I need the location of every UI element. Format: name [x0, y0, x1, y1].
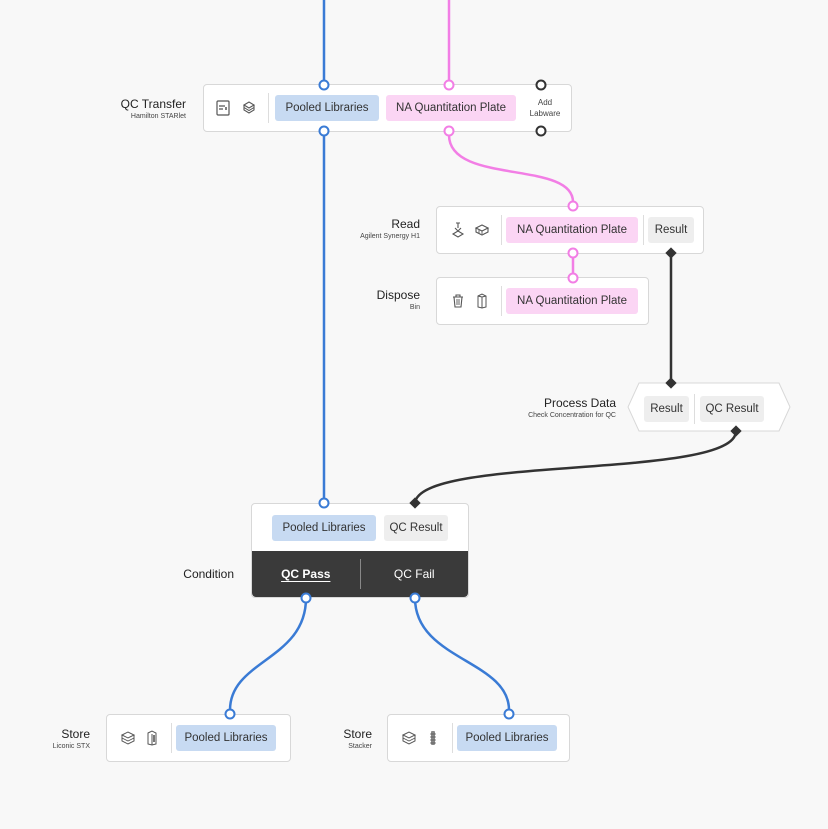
chip-na-quantitation-plate[interactable]: NA Quantitation Plate: [386, 95, 516, 121]
read-node[interactable]: NA Quantitation Plate Result: [436, 206, 704, 254]
liquid-handler-icon: [240, 99, 258, 117]
chip-pooled-libraries[interactable]: Pooled Libraries: [176, 725, 276, 751]
qc-transfer-node[interactable]: Pooled Libraries NA Quantitation Plate A…: [203, 84, 572, 132]
divider: [501, 286, 502, 316]
stacker-icon: [424, 729, 442, 747]
store-liconic-label: Store Liconic STX: [53, 727, 90, 752]
store-box-icon: [119, 729, 137, 747]
divider: [171, 723, 172, 753]
divider: [268, 93, 269, 123]
step-title: Read: [391, 217, 420, 231]
process-data-node[interactable]: Result QC Result: [644, 394, 764, 424]
store-liconic-node[interactable]: Pooled Libraries: [106, 714, 291, 762]
step-title: Condition: [183, 567, 234, 581]
step-instrument: Hamilton STARlet: [130, 113, 186, 120]
wire-fail-to-store-stacker: [413, 597, 511, 711]
option-label: QC Pass: [281, 567, 331, 581]
step-instrument: Agilent Synergy H1: [360, 233, 420, 240]
dispose-label: Dispose Bin: [377, 288, 420, 313]
wire-plate-transfer-to-read: [447, 134, 575, 203]
bin-icon: [473, 292, 491, 310]
divider: [452, 723, 453, 753]
divider: [694, 394, 695, 424]
qc-transfer-label: QC Transfer Hamilton STARlet: [121, 97, 186, 122]
chip-result[interactable]: Result: [648, 217, 694, 243]
divider: [501, 215, 502, 245]
condition-node[interactable]: Pooled Libraries QC Result QC Pass QC Fa…: [251, 503, 469, 598]
add-labware-button[interactable]: Add Labware: [524, 97, 566, 119]
chip-pooled-libraries[interactable]: Pooled Libraries: [457, 725, 557, 751]
plate-reader-icon: [473, 221, 491, 239]
option-qc-fail[interactable]: QC Fail: [361, 567, 469, 581]
chip-qc-result[interactable]: QC Result: [700, 396, 764, 422]
store-stacker-node[interactable]: Pooled Libraries: [387, 714, 570, 762]
chip-pooled-libraries[interactable]: Pooled Libraries: [275, 95, 379, 121]
chip-pooled-libraries[interactable]: Pooled Libraries: [272, 515, 376, 541]
step-title: Dispose: [376, 288, 420, 302]
step-instrument: Liconic STX: [52, 743, 90, 750]
step-instrument: Bin: [409, 304, 420, 311]
step-title: QC Transfer: [120, 97, 186, 111]
step-title: Process Data: [543, 396, 616, 410]
chip-na-quantitation-plate[interactable]: NA Quantitation Plate: [506, 217, 638, 243]
step-instrument: Stacker: [348, 743, 372, 750]
chip-qc-result[interactable]: QC Result: [384, 515, 448, 541]
option-label: QC Fail: [393, 567, 435, 581]
condition-label: Condition: [183, 567, 234, 582]
wire-qcresult-to-condition: [413, 430, 738, 504]
plate-reader-lamp-icon: [449, 221, 467, 239]
wire-pass-to-store-liconic: [228, 597, 308, 711]
condition-inputs: Pooled Libraries QC Result: [252, 504, 468, 552]
step-title: Store: [61, 727, 90, 741]
read-label: Read Agilent Synergy H1: [360, 217, 420, 242]
dispose-node[interactable]: NA Quantitation Plate: [436, 277, 649, 325]
protocol-file-icon: [214, 99, 232, 117]
chip-result[interactable]: Result: [644, 396, 689, 422]
store-stacker-label: Store Stacker: [343, 727, 372, 752]
incubator-icon: [143, 729, 161, 747]
condition-outcomes: QC Pass QC Fail: [252, 551, 468, 597]
step-description: Check Concentration for QC: [528, 412, 616, 419]
store-box-icon: [400, 729, 418, 747]
divider: [643, 215, 644, 245]
process-data-label: Process Data Check Concentration for QC: [528, 396, 616, 421]
chip-na-quantitation-plate[interactable]: NA Quantitation Plate: [506, 288, 638, 314]
option-qc-pass[interactable]: QC Pass: [252, 567, 360, 581]
trash-icon: [449, 292, 467, 310]
step-title: Store: [343, 727, 372, 741]
